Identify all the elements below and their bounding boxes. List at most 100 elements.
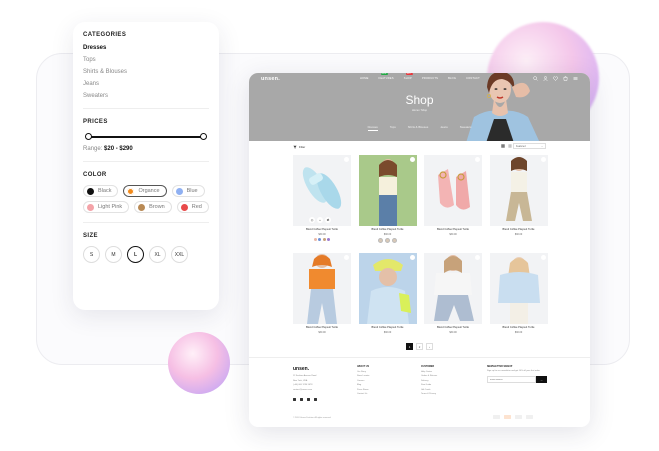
price-max-handle[interactable] — [200, 133, 207, 140]
instagram-icon[interactable] — [307, 398, 310, 401]
category-item[interactable]: Sweaters — [83, 93, 209, 99]
product-card[interactable]: Blend Coffee Playsuit Turtle $30.00 — [293, 253, 351, 344]
product-image[interactable] — [293, 253, 351, 324]
product-card[interactable]: ◎ + ⇄ Blend Coffee Playsuit Turtle $30.00 — [293, 155, 351, 246]
youtube-icon[interactable] — [314, 398, 317, 401]
product-card[interactable]: Blend Coffee Playsuit Turtle $30.00 — [424, 155, 482, 246]
category-tab[interactable]: Tops — [390, 125, 396, 131]
color-swatch[interactable] — [322, 237, 326, 241]
page-button[interactable]: 1 — [406, 343, 413, 350]
color-option[interactable]: Red — [176, 201, 209, 213]
sort-select[interactable]: Featured ⌄ — [513, 143, 546, 149]
product-name[interactable]: Blend Coffee Playsuit Turtle — [293, 228, 351, 231]
color-option[interactable]: Black — [83, 185, 119, 197]
product-name[interactable]: Blend Coffee Playsuit Turtle — [490, 326, 548, 329]
visa-icon — [493, 415, 500, 419]
wishlist-heart-icon[interactable] — [540, 255, 546, 260]
size-option[interactable]: L — [127, 246, 144, 263]
compare-icon[interactable]: ⇄ — [325, 217, 331, 223]
nav-item[interactable]: HOME — [360, 77, 369, 80]
cart-icon[interactable] — [563, 76, 568, 81]
product-name[interactable]: Blend Coffee Playsuit Turtle — [293, 326, 351, 329]
facebook-icon[interactable] — [293, 398, 296, 401]
product-image[interactable] — [424, 155, 482, 226]
category-tab[interactable]: Shirts & Blouses — [408, 125, 429, 131]
category-item[interactable]: Tops — [83, 57, 209, 63]
product-card[interactable]: Blend Coffee Playsuit Turtle $30.00 — [358, 155, 417, 246]
nav-item[interactable]: SHOP HOT — [404, 73, 413, 80]
add-to-cart-icon[interactable]: + — [317, 217, 323, 223]
product-image[interactable]: ◎ + ⇄ — [293, 155, 351, 226]
category-item[interactable]: Jeans — [83, 81, 209, 87]
color-option[interactable]: Organce — [123, 185, 167, 197]
user-icon[interactable] — [543, 76, 548, 81]
price-range-slider[interactable] — [85, 132, 207, 142]
category-tab[interactable]: Sweaters — [460, 125, 472, 131]
size-option[interactable]: M — [105, 246, 122, 263]
color-option[interactable]: Light Pink — [83, 201, 130, 213]
wishlist-heart-icon[interactable] — [344, 255, 349, 260]
wishlist-heart-icon[interactable] — [540, 157, 546, 162]
divider — [83, 108, 209, 109]
wishlist-heart-icon[interactable] — [409, 157, 415, 162]
footer-logo[interactable]: unsen. — [293, 366, 309, 372]
footer-link[interactable]: Contact Us — [357, 392, 369, 396]
size-option[interactable]: XXL — [171, 246, 188, 263]
product-price: $30.00 — [318, 330, 326, 334]
variant-thumb[interactable] — [392, 237, 397, 243]
product-image[interactable] — [424, 253, 482, 324]
site-logo[interactable]: unsen. — [261, 76, 280, 82]
newsletter-email-input[interactable] — [487, 376, 536, 384]
color-label: Brown — [149, 204, 165, 210]
grid-view-icon[interactable] — [501, 144, 505, 148]
color-swatch[interactable] — [327, 237, 331, 241]
category-item[interactable]: Dresses — [83, 45, 209, 51]
nav-item[interactable]: BLOG — [448, 77, 456, 80]
price-min-handle[interactable] — [85, 133, 92, 140]
wishlist-heart-icon[interactable] — [475, 255, 480, 260]
menu-icon[interactable] — [573, 76, 578, 81]
variant-thumb[interactable] — [378, 237, 383, 243]
product-card[interactable]: Blend Coffee Playsuit Turtle $30.00 — [358, 253, 417, 344]
filter-toggle[interactable]: Filter — [293, 145, 305, 149]
product-name[interactable]: Blend Coffee Playsuit Turtle — [490, 228, 548, 231]
color-option[interactable]: Brown — [134, 201, 172, 213]
wishlist-heart-icon[interactable] — [344, 157, 349, 162]
color-swatch[interactable] — [313, 237, 317, 241]
category-tab[interactable]: Dresses — [367, 125, 378, 131]
product-name[interactable]: Blend Coffee Playsuit Turtle — [359, 228, 417, 231]
wishlist-heart-icon[interactable] — [409, 255, 415, 260]
product-image[interactable] — [489, 155, 548, 226]
product-card[interactable]: Blend Coffee Playsuit Turtle $30.00 — [424, 253, 482, 344]
wishlist-heart-icon[interactable] — [475, 157, 480, 162]
list-view-icon[interactable] — [508, 144, 512, 148]
heart-icon[interactable] — [553, 76, 558, 81]
nav-item[interactable]: CONTACT — [466, 77, 480, 80]
product-card[interactable]: Blend Coffee Playsuit Turtle $30.00 — [489, 155, 548, 246]
product-image[interactable] — [358, 253, 417, 324]
product-name[interactable]: Blend Coffee Playsuit Turtle — [424, 228, 482, 231]
color-option[interactable]: Blue — [171, 185, 205, 197]
page-button[interactable]: › — [426, 343, 433, 350]
newsletter-title: NEWSLETTER SIGNUP — [487, 366, 513, 368]
category-tab[interactable]: Jeans — [440, 125, 447, 131]
nav-item[interactable]: FEATURES NEW — [379, 73, 394, 80]
twitter-icon[interactable] — [300, 398, 303, 401]
quick-view-icon[interactable]: ◎ — [309, 217, 315, 223]
product-image[interactable] — [358, 155, 417, 226]
category-item[interactable]: Shirts & Blouses — [83, 69, 209, 75]
color-swatch[interactable] — [318, 237, 322, 241]
page-button[interactable]: 2 — [416, 343, 423, 350]
size-option[interactable]: XL — [149, 246, 166, 263]
size-option[interactable]: S — [83, 246, 100, 263]
variant-thumb[interactable] — [385, 237, 390, 243]
product-name[interactable]: Blend Coffee Playsuit Turtle — [359, 326, 417, 329]
breadcrumb[interactable]: Home / Shop — [249, 109, 590, 112]
nav-item[interactable]: PRODUCTS — [422, 77, 438, 80]
newsletter-submit-button[interactable]: → — [536, 376, 547, 384]
footer-link[interactable]: Terms & Privacy — [421, 392, 437, 396]
product-name[interactable]: Blend Coffee Playsuit Turtle — [424, 326, 482, 329]
search-icon[interactable] — [533, 76, 538, 81]
product-card[interactable]: Blend Coffee Playsuit Turtle $30.00 — [489, 253, 548, 344]
product-image[interactable] — [489, 253, 548, 324]
